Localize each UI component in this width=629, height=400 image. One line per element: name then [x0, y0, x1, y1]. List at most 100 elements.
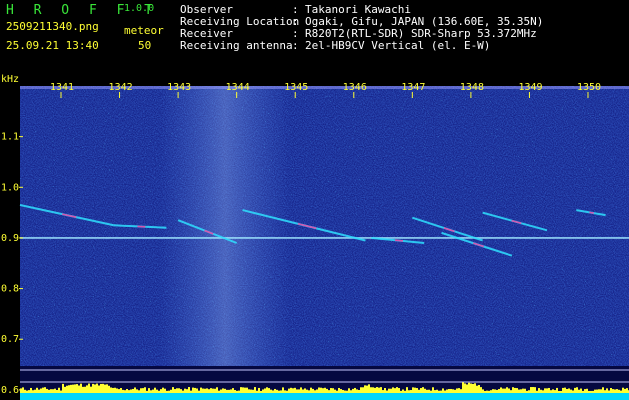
level-bar	[270, 389, 272, 393]
level-bar	[618, 389, 620, 393]
level-floor	[20, 393, 629, 400]
level-bar	[222, 388, 224, 393]
level-bar	[26, 390, 28, 393]
level-bar	[248, 389, 250, 393]
level-bar	[572, 390, 574, 393]
level-bar	[544, 388, 546, 393]
level-bar	[562, 387, 564, 393]
x-tick-label: 1345	[284, 82, 308, 93]
observer-value: Takanori Kawachi	[305, 3, 411, 16]
level-bar	[528, 390, 530, 393]
level-bar	[390, 388, 392, 393]
level-bar	[286, 390, 288, 393]
level-bar	[526, 390, 528, 393]
level-bar	[416, 388, 418, 393]
level-bar	[430, 390, 432, 393]
level-bar	[186, 389, 188, 393]
level-bar	[406, 387, 408, 393]
level-bar	[236, 390, 238, 393]
level-bar	[490, 390, 492, 393]
level-bar	[148, 388, 150, 393]
level-bar	[488, 390, 490, 393]
level-bar	[34, 389, 36, 393]
level-bar	[538, 388, 540, 393]
level-bar	[448, 388, 450, 393]
level-bar	[466, 384, 468, 393]
level-bar	[580, 388, 582, 393]
level-bar	[330, 388, 332, 393]
level-bar	[228, 389, 230, 393]
level-bar	[204, 388, 206, 393]
level-bar	[210, 388, 212, 393]
level-bar	[200, 387, 202, 393]
level-bar	[422, 387, 424, 393]
level-bar	[344, 390, 346, 393]
level-bar	[24, 389, 26, 393]
level-bar	[290, 387, 292, 393]
x-tick-label: 1350	[577, 82, 601, 93]
level-bar	[560, 390, 562, 393]
level-bar	[512, 387, 514, 393]
level-bar	[182, 390, 184, 393]
level-bar	[500, 387, 502, 393]
level-bar	[382, 390, 384, 393]
level-bar	[194, 387, 196, 393]
level-bar	[522, 388, 524, 393]
level-bar	[450, 388, 452, 393]
level-bar	[114, 387, 116, 393]
level-bar	[362, 387, 364, 393]
level-bar	[42, 387, 44, 393]
level-bar	[482, 389, 484, 393]
level-bar	[496, 389, 498, 393]
level-bar	[246, 387, 248, 393]
y-tick-label: 0.7	[1, 334, 19, 345]
level-bar	[174, 389, 176, 393]
level-bar	[468, 382, 470, 393]
level-bar	[494, 389, 496, 393]
level-bar	[156, 389, 158, 393]
level-bar	[530, 387, 532, 393]
level-bar	[60, 390, 62, 393]
level-bar	[352, 388, 354, 393]
level-bar	[154, 387, 156, 393]
level-bar	[380, 387, 382, 393]
level-bar	[296, 389, 298, 393]
level-bar	[302, 389, 304, 393]
level-bar	[436, 389, 438, 393]
level-bar	[146, 390, 148, 393]
observer-sep: :	[292, 3, 299, 16]
level-bar	[370, 387, 372, 393]
level-bar	[372, 387, 374, 393]
level-bar	[106, 384, 108, 393]
level-bar	[252, 389, 254, 393]
level-bar	[244, 387, 246, 393]
level-bar	[506, 387, 508, 393]
level-bar	[44, 387, 46, 393]
antenna-value: 2el-HB9CV Vertical (el. E-W)	[305, 39, 491, 52]
level-bar	[324, 387, 326, 393]
level-bar	[144, 387, 146, 393]
level-bar	[192, 387, 194, 393]
level-bar	[366, 385, 368, 393]
x-tick-label: 1344	[226, 82, 250, 93]
x-tick-label: 1342	[109, 82, 133, 93]
level-bar	[216, 387, 218, 393]
level-bar	[208, 389, 210, 393]
level-bar	[92, 383, 94, 393]
level-bar	[132, 388, 134, 393]
level-bar	[596, 389, 598, 393]
level-bar	[72, 384, 74, 393]
level-bar	[346, 390, 348, 393]
level-bar	[594, 389, 596, 393]
level-bar	[240, 387, 242, 393]
level-bar	[398, 388, 400, 393]
level-bar	[476, 385, 478, 393]
level-bar	[230, 389, 232, 393]
level-bar	[218, 390, 220, 393]
level-bar	[620, 390, 622, 393]
level-bar	[586, 388, 588, 393]
level-bar	[364, 385, 366, 393]
level-bar	[446, 389, 448, 393]
level-bar	[368, 384, 370, 393]
level-bar	[342, 389, 344, 393]
